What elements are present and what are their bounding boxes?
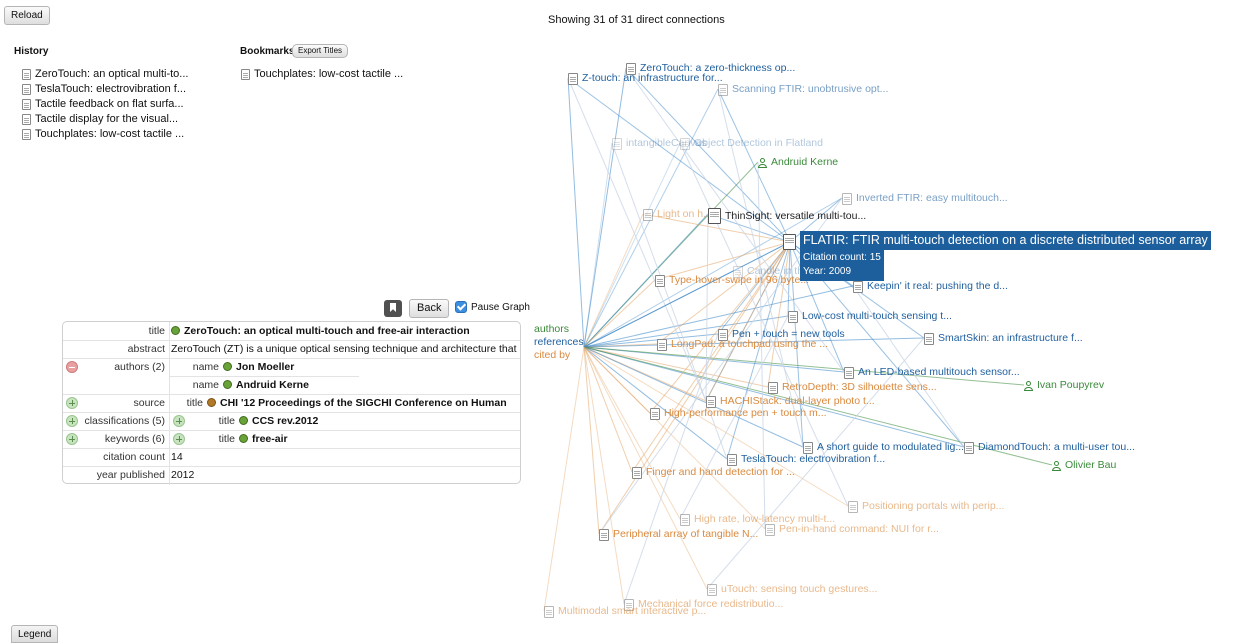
graph-node-label: Type-hover-swipe in 96 byte... [669, 274, 810, 286]
document-icon [612, 137, 622, 150]
graph-node-paper[interactable]: Low-cost multi-touch sensing t... [788, 310, 952, 323]
document-icon [842, 192, 852, 205]
graph-node-label: Z-touch: an infrastructure for... [582, 72, 723, 84]
document-icon [924, 332, 934, 345]
graph-node-label: High-performance pen + touch m... [664, 407, 827, 419]
graph-node-label: Low-cost multi-touch sensing t... [802, 310, 952, 322]
graph-node-label: Olivier Bau [1065, 459, 1117, 471]
graph-node-paper[interactable]: Inverted FTIR: easy multitouch... [842, 192, 1008, 205]
document-icon [568, 72, 578, 85]
graph-node-author[interactable]: Ivan Poupyrev [1024, 379, 1104, 392]
graph-node-paper[interactable]: Positioning portals with perip... [848, 500, 1004, 513]
document-icon [848, 500, 858, 513]
graph-node-paper[interactable]: Object Detection in Flatland [680, 137, 823, 150]
document-icon [783, 234, 796, 250]
graph-edge [583, 67, 627, 348]
hub-cited-by-label: cited by [534, 349, 571, 361]
document-icon [768, 381, 778, 394]
hub-authors-label: authors [534, 323, 570, 335]
graph-node-paper[interactable]: SmartSkin: an infrastructure f... [924, 332, 1083, 345]
document-icon [788, 310, 798, 323]
document-icon [657, 338, 667, 351]
graph-edge [583, 346, 766, 530]
document-icon [708, 208, 721, 224]
graph-node-label: Peripheral array of tangible N... [613, 528, 759, 540]
graph-edge [583, 346, 600, 535]
graph-node-label: uTouch: sensing touch gestures... [721, 583, 878, 595]
graph-node-paper[interactable]: Z-touch: an infrastructure for... [568, 72, 723, 85]
graph-node-label: LongPad: a touchpad using the ... [671, 338, 829, 350]
graph-edge [543, 346, 585, 612]
graph-node-flatir[interactable] [783, 234, 800, 250]
graph-node-label: Scanning FTIR: unobtrusive opt... [732, 83, 889, 95]
document-icon [803, 441, 813, 454]
graph-node-label: Multimodal smart interactive p... [558, 605, 707, 617]
graph-node-label: TeslaTouch: electrovibration f... [741, 453, 886, 465]
graph-node-label: Andruid Kerne [771, 156, 839, 168]
graph-node-label: SmartSkin: an infrastructure f... [938, 332, 1083, 344]
graph-edge [705, 213, 709, 402]
graph-node-author[interactable]: Andruid Kerne [758, 156, 838, 169]
graph-node-paper[interactable]: Peripheral array of tangible N... [599, 528, 758, 541]
document-icon [544, 605, 554, 618]
graph-node-label: RetroDepth: 3D silhouette sens... [782, 381, 937, 393]
graph-node-paper[interactable]: TeslaTouch: electrovibration f... [727, 453, 885, 466]
graph-node-label: ThinSight: versatile multi-tou... [725, 209, 867, 222]
document-icon [727, 453, 737, 466]
graph-node-author[interactable]: Olivier Bau [1052, 459, 1116, 472]
document-icon [599, 528, 609, 541]
hub-references-label: references [534, 336, 584, 348]
graph-node-paper[interactable]: Light on h... [643, 208, 712, 221]
document-icon [706, 395, 716, 408]
person-icon [1052, 460, 1061, 471]
graph-node-paper[interactable]: An LED-based multitouch sensor... [844, 366, 1020, 379]
node-tooltip: FLATIR: FTIR multi-touch detection on a … [800, 231, 1242, 285]
graph-edge [583, 346, 849, 507]
graph-node-paper[interactable]: DiamondTouch: a multi-user tou... [964, 441, 1135, 454]
graph-node-paper[interactable]: LongPad: a touchpad using the ... [657, 338, 828, 351]
graph-node-paper[interactable]: Finger and hand detection for ... [632, 466, 795, 479]
document-icon [765, 523, 775, 536]
legend-button[interactable]: Legend [11, 625, 59, 643]
document-icon [718, 83, 728, 96]
graph-node-label: Pen-in-hand command: NUI for r... [779, 523, 939, 535]
document-icon [680, 137, 690, 150]
graph-node-label: An LED-based multitouch sensor... [858, 366, 1020, 378]
graph-edge [567, 77, 585, 348]
graph-node-label: Object Detection in Flatland [694, 137, 823, 149]
graph-node-label: Light on h... [657, 208, 712, 220]
graph-node-paper[interactable]: uTouch: sensing touch gestures... [707, 583, 877, 596]
document-icon [844, 366, 854, 379]
graph-node-label: Positioning portals with perip... [862, 500, 1005, 512]
graph-edge [583, 279, 656, 348]
graph-node-paper[interactable]: Pen-in-hand command: NUI for r... [765, 523, 939, 536]
graph-node-paper[interactable]: High-performance pen + touch m... [650, 407, 827, 420]
graph-node-paper[interactable]: ThinSight: versatile multi-tou... [708, 208, 866, 224]
document-icon [655, 274, 665, 287]
graph-node-paper[interactable]: RetroDepth: 3D silhouette sens... [768, 381, 937, 394]
document-icon [680, 513, 690, 526]
graph-node-label: Inverted FTIR: easy multitouch... [856, 192, 1008, 204]
connection-graph[interactable] [0, 0, 1247, 643]
graph-node-paper[interactable]: Scanning FTIR: unobtrusive opt... [718, 83, 888, 96]
document-icon [964, 441, 974, 454]
graph-node-paper[interactable]: Type-hover-swipe in 96 byte... [655, 274, 809, 287]
document-icon [632, 466, 642, 479]
graph-node-paper[interactable]: Multimodal smart interactive p... [544, 605, 706, 618]
graph-node-label: Finger and hand detection for ... [646, 466, 795, 478]
person-icon [1024, 380, 1033, 391]
document-icon [707, 583, 717, 596]
graph-node-label: DiamondTouch: a multi-user tou... [978, 441, 1135, 453]
hub-node[interactable]: authors references cited by [534, 323, 584, 362]
document-icon [650, 407, 660, 420]
graph-node-label: Ivan Poupyrev [1037, 379, 1105, 391]
document-icon [643, 208, 653, 221]
person-icon [758, 157, 767, 168]
